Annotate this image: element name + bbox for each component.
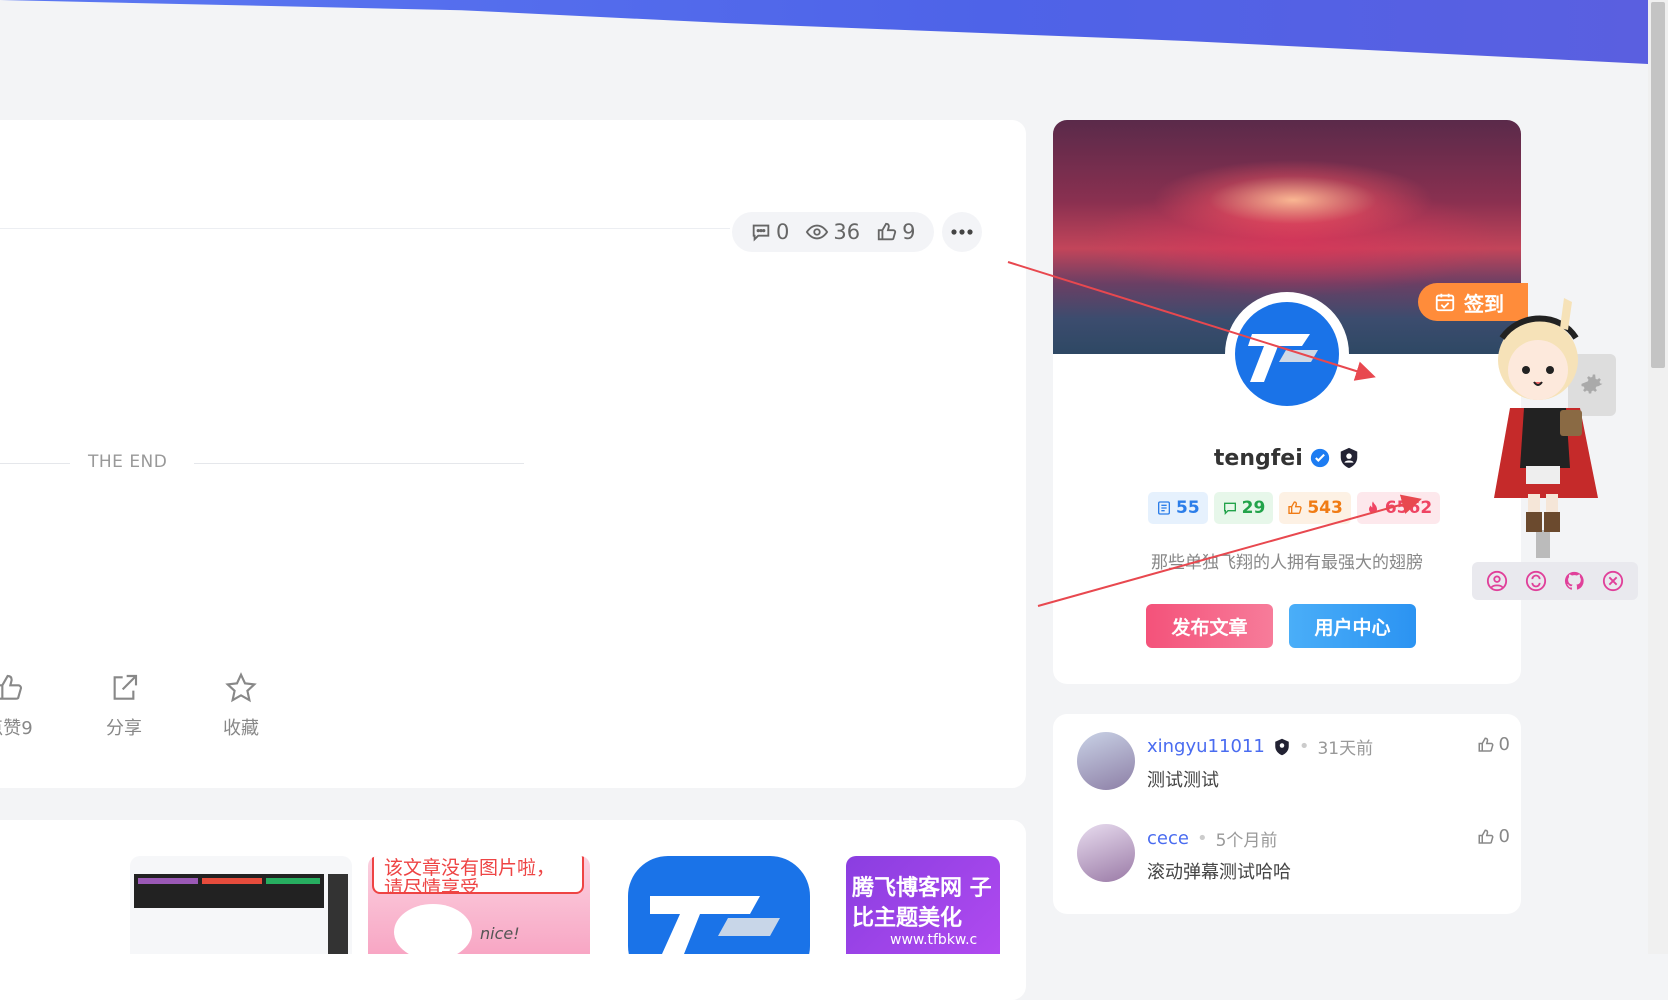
thumb-2-caption: 该文章没有图片啦，请尽情享受 (372, 856, 584, 894)
comment-author-row: xingyu11011 • 31天前 (1147, 734, 1373, 759)
share-action[interactable]: 分享 (79, 672, 169, 740)
comment-text[interactable]: 滚动弹幕测试哈哈 (1147, 858, 1291, 884)
github-icon[interactable] (1563, 570, 1585, 592)
fire-icon (1368, 501, 1377, 514)
stat-likes[interactable]: 543 (1279, 492, 1351, 524)
mascot-character[interactable] (1480, 298, 1610, 558)
comment-icon (1223, 502, 1236, 515)
article-divider (0, 228, 730, 229)
comment-author-row: cece • 5个月前 (1147, 826, 1277, 851)
page-scrollbar[interactable] (1648, 0, 1668, 954)
the-end-label: THE END (88, 452, 168, 472)
star-icon (225, 672, 257, 703)
comment-count[interactable]: 0 (750, 220, 789, 244)
stat-likes-value: 543 (1307, 498, 1343, 518)
like-count-value: 9 (902, 220, 916, 244)
related-post-thumb-1[interactable] (130, 856, 352, 954)
more-icon (951, 229, 973, 235)
thumb-4-subtitle: www.tfbkw.c (890, 932, 978, 948)
publish-article-button[interactable]: 发布文章 (1146, 604, 1273, 648)
more-button[interactable] (942, 212, 982, 252)
avatar[interactable] (1077, 824, 1135, 882)
close-icon[interactable] (1602, 570, 1624, 592)
comment-like[interactable]: 0 (1477, 734, 1510, 755)
separator-dot: • (1196, 828, 1208, 849)
stat-posts-value: 55 (1176, 498, 1200, 518)
thumbs-up-icon (1478, 828, 1494, 844)
recent-comments-card: xingyu11011 • 31天前 测试测试 0 cece • 5个月前 滚动… (1053, 714, 1521, 914)
comment-author[interactable]: cece (1147, 828, 1189, 849)
comment-like-count: 0 (1498, 734, 1510, 755)
thumbs-up-icon (1478, 736, 1494, 752)
the-end-line-right (194, 463, 524, 464)
stat-comments-value: 29 (1241, 498, 1266, 518)
calendar-icon (1435, 293, 1455, 312)
thumb-bar (202, 878, 262, 884)
author-profile-card: tengfei 55 29 543 6562 那些单独飞翔的人拥有最强大的翅膀 … (1053, 120, 1521, 684)
thumb-bar (138, 878, 198, 884)
tf-logo-icon (650, 896, 780, 954)
thumb-bar (266, 878, 320, 884)
thumb-2-subtitle: nice! (480, 924, 520, 943)
bunny-illustration (394, 904, 472, 954)
view-count: 36 (805, 220, 860, 244)
eye-icon (806, 224, 829, 240)
mascot-toolbar (1472, 562, 1638, 600)
comment-author[interactable]: xingyu11011 (1147, 736, 1265, 757)
the-end-line-left (0, 463, 70, 464)
view-count-value: 36 (833, 220, 861, 244)
share-action-label: 分享 (106, 718, 142, 739)
favorite-action-label: 收藏 (223, 718, 259, 739)
avatar-image (1235, 302, 1339, 406)
profile-stats: 55 29 543 6562 (1148, 492, 1441, 524)
thumbs-up-icon (1288, 501, 1303, 514)
user-center-button[interactable]: 用户中心 (1289, 604, 1416, 648)
comment-like[interactable]: 0 (1477, 826, 1510, 847)
favorite-action[interactable]: 收藏 (196, 672, 286, 740)
comment-count-value: 0 (776, 220, 790, 244)
comment-text[interactable]: 测试测试 (1147, 766, 1219, 792)
related-post-thumb-2[interactable]: 该文章没有图片啦，请尽情享受 nice! (368, 856, 590, 954)
profile-bio: 那些单独飞翔的人拥有最强大的翅膀 (1151, 553, 1423, 573)
share-icon (113, 674, 138, 700)
thumbs-up-icon (877, 222, 897, 241)
verified-icon (1311, 448, 1330, 468)
comment-like-count: 0 (1498, 826, 1510, 847)
stat-posts[interactable]: 55 (1148, 492, 1208, 524)
separator-dot: • (1298, 736, 1310, 757)
tf-logo-graphic (628, 856, 810, 954)
stat-heat[interactable]: 6562 (1356, 492, 1441, 524)
comment-time: 5个月前 (1215, 831, 1278, 851)
thumbs-up-icon (0, 674, 23, 700)
header-wave-banner (0, 0, 1648, 64)
post-icon (1158, 501, 1170, 515)
comment-icon (752, 224, 770, 242)
related-post-thumb-4[interactable]: 腾飞博客网 子比主题美化 www.tfbkw.c (846, 856, 1000, 954)
tf-logo-icon (1248, 334, 1318, 382)
avatar[interactable] (1077, 732, 1135, 790)
thumb-4-caption: 腾飞博客网 子比主题美化 (852, 876, 992, 931)
like-action[interactable]: 点赞9 (0, 672, 54, 740)
comment-time: 31天前 (1317, 739, 1374, 759)
user-icon[interactable] (1486, 570, 1508, 592)
related-post-thumb-3[interactable] (608, 856, 830, 954)
like-count[interactable]: 9 (876, 220, 915, 244)
profile-username[interactable]: tengfei (1214, 446, 1303, 471)
the-end-separator: THE END (0, 452, 524, 476)
shield-icon (1275, 738, 1289, 755)
like-action-label: 点赞9 (0, 718, 33, 739)
avatar[interactable] (1225, 292, 1349, 416)
profile-username-row: tengfei (1053, 446, 1521, 471)
article-meta: 0 36 9 (732, 212, 934, 252)
shield-icon (1340, 447, 1358, 469)
thumb-side-graphic (328, 874, 348, 954)
refresh-icon[interactable] (1525, 570, 1547, 592)
stat-heat-value: 6562 (1384, 498, 1433, 518)
scrollbar-thumb[interactable] (1651, 2, 1665, 368)
stat-comments[interactable]: 29 (1213, 492, 1274, 524)
